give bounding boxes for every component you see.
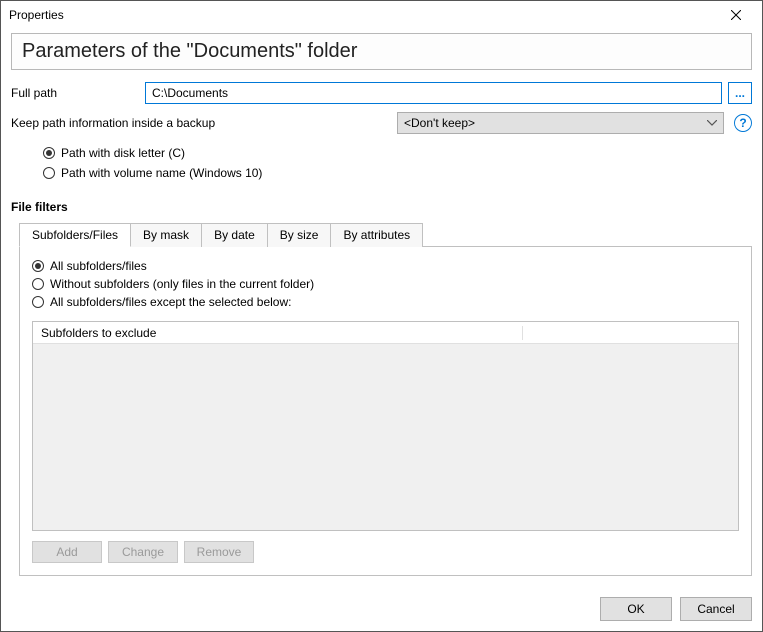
titlebar: Properties xyxy=(1,1,762,29)
radio-icon xyxy=(32,278,44,290)
radio-label: Without subfolders (only files in the cu… xyxy=(50,277,314,291)
path-type-radio-group: Path with disk letter (C) Path with volu… xyxy=(43,146,752,186)
exclude-header-cell[interactable]: Subfolders to exclude xyxy=(33,326,523,340)
dialog-footer: OK Cancel xyxy=(1,587,762,631)
radio-icon xyxy=(32,260,44,272)
radio-path-disk-letter[interactable]: Path with disk letter (C) xyxy=(43,146,752,160)
chevron-down-icon xyxy=(707,118,717,128)
keep-path-combo-value: <Don't keep> xyxy=(404,116,475,130)
exclude-buttons: Add Change Remove xyxy=(32,541,739,563)
cancel-button[interactable]: Cancel xyxy=(680,597,752,621)
keep-path-combo[interactable]: <Don't keep> xyxy=(397,112,724,134)
help-button[interactable]: ? xyxy=(734,114,752,132)
exclude-table-header: Subfolders to exclude xyxy=(33,322,738,344)
radio-label: Path with disk letter (C) xyxy=(61,146,185,160)
add-button[interactable]: Add xyxy=(32,541,102,563)
full-path-row: Full path ... xyxy=(11,82,752,104)
radio-label: Path with volume name (Windows 10) xyxy=(61,166,262,180)
keep-path-row: Keep path information inside a backup <D… xyxy=(11,112,752,134)
keep-path-label: Keep path information inside a backup xyxy=(11,116,391,130)
radio-label: All subfolders/files except the selected… xyxy=(50,295,291,309)
close-icon xyxy=(731,10,741,20)
radio-path-volume-name[interactable]: Path with volume name (Windows 10) xyxy=(43,166,752,180)
ok-button[interactable]: OK xyxy=(600,597,672,621)
radio-icon xyxy=(43,167,55,179)
exclude-table-body[interactable] xyxy=(33,344,738,530)
content-area: Parameters of the "Documents" folder Ful… xyxy=(1,29,762,587)
tab-by-mask[interactable]: By mask xyxy=(130,223,202,247)
properties-dialog: Properties Parameters of the "Documents"… xyxy=(0,0,763,632)
tab-subfolders-files[interactable]: Subfolders/Files xyxy=(19,223,131,247)
full-path-label: Full path xyxy=(11,86,139,100)
tab-row: Subfolders/Files By mask By date By size… xyxy=(19,223,752,247)
radio-without-subfolders[interactable]: Without subfolders (only files in the cu… xyxy=(32,277,739,291)
radio-label: All subfolders/files xyxy=(50,259,147,273)
file-filters-label: File filters xyxy=(11,200,752,214)
radio-except-selected[interactable]: All subfolders/files except the selected… xyxy=(32,295,739,309)
full-path-input[interactable] xyxy=(145,82,722,104)
exclude-table: Subfolders to exclude xyxy=(32,321,739,531)
header-panel: Parameters of the "Documents" folder xyxy=(11,33,752,70)
page-title: Parameters of the "Documents" folder xyxy=(22,40,741,63)
browse-button[interactable]: ... xyxy=(728,82,752,104)
radio-icon xyxy=(32,296,44,308)
change-button[interactable]: Change xyxy=(108,541,178,563)
window-title: Properties xyxy=(9,8,64,22)
tab-by-attributes[interactable]: By attributes xyxy=(330,223,423,247)
tab-by-date[interactable]: By date xyxy=(201,223,268,247)
close-button[interactable] xyxy=(718,3,754,27)
tab-by-size[interactable]: By size xyxy=(267,223,332,247)
remove-button[interactable]: Remove xyxy=(184,541,254,563)
filter-tabs-container: Subfolders/Files By mask By date By size… xyxy=(19,222,752,576)
radio-all-subfolders[interactable]: All subfolders/files xyxy=(32,259,739,273)
tab-panel: All subfolders/files Without subfolders … xyxy=(19,246,752,576)
radio-icon xyxy=(43,147,55,159)
